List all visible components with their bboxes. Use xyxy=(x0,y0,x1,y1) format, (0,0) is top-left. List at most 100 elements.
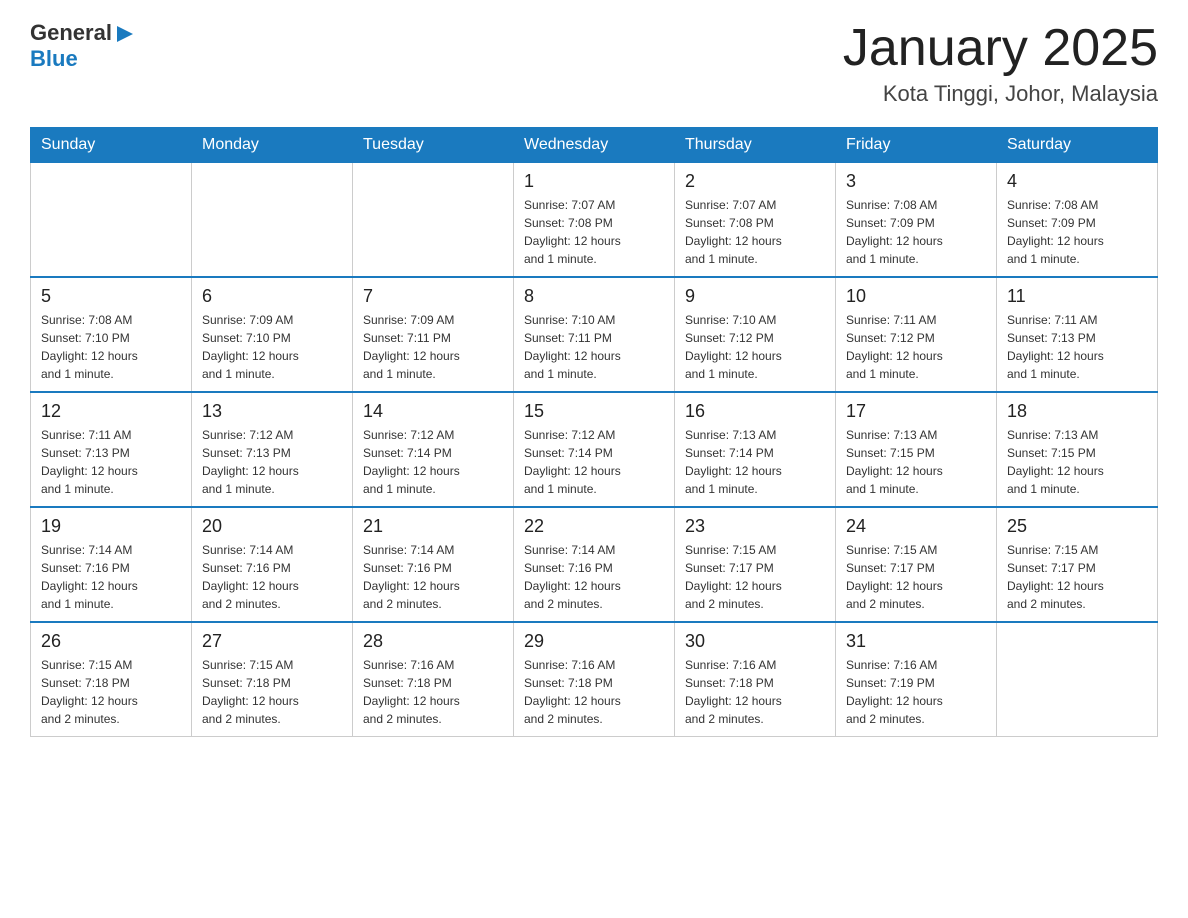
day-number: 2 xyxy=(685,171,825,192)
week-row-1: 1 Sunrise: 7:07 AM Sunset: 7:08 PM Daylig… xyxy=(31,163,1158,278)
calendar-cell: 21 Sunrise: 7:14 AM Sunset: 7:16 PM Dayli… xyxy=(353,507,514,622)
day-info: Sunrise: 7:14 AM Sunset: 7:16 PM Dayligh… xyxy=(524,541,664,613)
calendar-cell: 19 Sunrise: 7:14 AM Sunset: 7:16 PM Dayli… xyxy=(31,507,192,622)
logo-blue-text: Blue xyxy=(30,46,78,71)
calendar-cell: 12 Sunrise: 7:11 AM Sunset: 7:13 PM Dayli… xyxy=(31,392,192,507)
day-number: 15 xyxy=(524,401,664,422)
day-info: Sunrise: 7:13 AM Sunset: 7:15 PM Dayligh… xyxy=(846,426,986,498)
calendar-cell: 16 Sunrise: 7:13 AM Sunset: 7:14 PM Dayli… xyxy=(675,392,836,507)
calendar-cell: 6 Sunrise: 7:09 AM Sunset: 7:10 PM Daylig… xyxy=(192,277,353,392)
day-number: 28 xyxy=(363,631,503,652)
day-info: Sunrise: 7:09 AM Sunset: 7:10 PM Dayligh… xyxy=(202,311,342,383)
calendar-cell: 30 Sunrise: 7:16 AM Sunset: 7:18 PM Dayli… xyxy=(675,622,836,737)
day-info: Sunrise: 7:11 AM Sunset: 7:13 PM Dayligh… xyxy=(1007,311,1147,383)
calendar-cell: 24 Sunrise: 7:15 AM Sunset: 7:17 PM Dayli… xyxy=(836,507,997,622)
calendar-cell: 18 Sunrise: 7:13 AM Sunset: 7:15 PM Dayli… xyxy=(997,392,1158,507)
calendar-cell: 11 Sunrise: 7:11 AM Sunset: 7:13 PM Dayli… xyxy=(997,277,1158,392)
day-number: 30 xyxy=(685,631,825,652)
calendar-cell: 22Sunrise: 7:14 AM Sunset: 7:16 PM Dayli… xyxy=(514,507,675,622)
calendar-cell: 1 Sunrise: 7:07 AM Sunset: 7:08 PM Daylig… xyxy=(514,163,675,278)
day-number: 16 xyxy=(685,401,825,422)
calendar-cell xyxy=(997,622,1158,737)
day-number: 11 xyxy=(1007,286,1147,307)
calendar-cell: 17 Sunrise: 7:13 AM Sunset: 7:15 PM Dayli… xyxy=(836,392,997,507)
day-number: 19 xyxy=(41,516,181,537)
calendar-header: Sunday Monday Tuesday Wednesday Thursday… xyxy=(31,128,1158,163)
day-info: Sunrise: 7:15 AM Sunset: 7:18 PM Dayligh… xyxy=(41,656,181,728)
col-wednesday: Wednesday xyxy=(514,128,675,163)
day-number: 23 xyxy=(685,516,825,537)
day-info: Sunrise: 7:15 AM Sunset: 7:18 PM Dayligh… xyxy=(202,656,342,728)
calendar-body: 1 Sunrise: 7:07 AM Sunset: 7:08 PM Daylig… xyxy=(31,163,1158,737)
day-number: 12 xyxy=(41,401,181,422)
calendar-cell: 3Sunrise: 7:08 AM Sunset: 7:09 PM Daylig… xyxy=(836,163,997,278)
day-number: 9 xyxy=(685,286,825,307)
logo-icon: General Blue xyxy=(30,20,135,72)
calendar-cell: 23Sunrise: 7:15 AM Sunset: 7:17 PM Dayli… xyxy=(675,507,836,622)
calendar-cell xyxy=(31,163,192,278)
day-info: Sunrise: 7:08 AM Sunset: 7:09 PM Dayligh… xyxy=(1007,196,1147,268)
calendar-cell: 13 Sunrise: 7:12 AM Sunset: 7:13 PM Dayli… xyxy=(192,392,353,507)
calendar-cell: 27 Sunrise: 7:15 AM Sunset: 7:18 PM Dayli… xyxy=(192,622,353,737)
day-info: Sunrise: 7:14 AM Sunset: 7:16 PM Dayligh… xyxy=(202,541,342,613)
col-monday: Monday xyxy=(192,128,353,163)
col-tuesday: Tuesday xyxy=(353,128,514,163)
day-info: Sunrise: 7:08 AM Sunset: 7:10 PM Dayligh… xyxy=(41,311,181,383)
calendar-cell: 14Sunrise: 7:12 AM Sunset: 7:14 PM Dayli… xyxy=(353,392,514,507)
logo: General Blue xyxy=(30,20,135,72)
day-number: 1 xyxy=(524,171,664,192)
calendar-cell: 8Sunrise: 7:10 AM Sunset: 7:11 PM Daylig… xyxy=(514,277,675,392)
day-number: 25 xyxy=(1007,516,1147,537)
day-info: Sunrise: 7:07 AM Sunset: 7:08 PM Dayligh… xyxy=(685,196,825,268)
day-number: 29 xyxy=(524,631,664,652)
day-number: 21 xyxy=(363,516,503,537)
calendar-subtitle: Kota Tinggi, Johor, Malaysia xyxy=(843,81,1158,107)
calendar-cell: 4 Sunrise: 7:08 AM Sunset: 7:09 PM Daylig… xyxy=(997,163,1158,278)
week-row-4: 19 Sunrise: 7:14 AM Sunset: 7:16 PM Dayli… xyxy=(31,507,1158,622)
day-info: Sunrise: 7:12 AM Sunset: 7:13 PM Dayligh… xyxy=(202,426,342,498)
col-saturday: Saturday xyxy=(997,128,1158,163)
day-number: 10 xyxy=(846,286,986,307)
day-number: 7 xyxy=(363,286,503,307)
calendar-table: Sunday Monday Tuesday Wednesday Thursday… xyxy=(30,127,1158,737)
day-info: Sunrise: 7:16 AM Sunset: 7:18 PM Dayligh… xyxy=(363,656,503,728)
day-number: 27 xyxy=(202,631,342,652)
day-info: Sunrise: 7:14 AM Sunset: 7:16 PM Dayligh… xyxy=(363,541,503,613)
calendar-cell: 10 Sunrise: 7:11 AM Sunset: 7:12 PM Dayli… xyxy=(836,277,997,392)
day-number: 4 xyxy=(1007,171,1147,192)
calendar-cell: 31Sunrise: 7:16 AM Sunset: 7:19 PM Dayli… xyxy=(836,622,997,737)
day-info: Sunrise: 7:16 AM Sunset: 7:18 PM Dayligh… xyxy=(685,656,825,728)
day-info: Sunrise: 7:11 AM Sunset: 7:13 PM Dayligh… xyxy=(41,426,181,498)
title-block: January 2025 Kota Tinggi, Johor, Malaysi… xyxy=(843,20,1158,107)
day-info: Sunrise: 7:13 AM Sunset: 7:14 PM Dayligh… xyxy=(685,426,825,498)
day-info: Sunrise: 7:07 AM Sunset: 7:08 PM Dayligh… xyxy=(524,196,664,268)
day-info: Sunrise: 7:09 AM Sunset: 7:11 PM Dayligh… xyxy=(363,311,503,383)
day-info: Sunrise: 7:15 AM Sunset: 7:17 PM Dayligh… xyxy=(1007,541,1147,613)
page-header: General Blue January 2025 Kota Tinggi, J… xyxy=(30,20,1158,107)
day-info: Sunrise: 7:12 AM Sunset: 7:14 PM Dayligh… xyxy=(524,426,664,498)
day-number: 6 xyxy=(202,286,342,307)
calendar-cell: 9 Sunrise: 7:10 AM Sunset: 7:12 PM Daylig… xyxy=(675,277,836,392)
day-info: Sunrise: 7:14 AM Sunset: 7:16 PM Dayligh… xyxy=(41,541,181,613)
day-info: Sunrise: 7:10 AM Sunset: 7:11 PM Dayligh… xyxy=(524,311,664,383)
week-row-5: 26 Sunrise: 7:15 AM Sunset: 7:18 PM Dayli… xyxy=(31,622,1158,737)
day-info: Sunrise: 7:16 AM Sunset: 7:18 PM Dayligh… xyxy=(524,656,664,728)
day-number: 14 xyxy=(363,401,503,422)
day-number: 17 xyxy=(846,401,986,422)
calendar-cell: 29 Sunrise: 7:16 AM Sunset: 7:18 PM Dayli… xyxy=(514,622,675,737)
day-number: 18 xyxy=(1007,401,1147,422)
header-row: Sunday Monday Tuesday Wednesday Thursday… xyxy=(31,128,1158,163)
logo-flag-icon xyxy=(115,26,135,46)
day-number: 13 xyxy=(202,401,342,422)
day-number: 31 xyxy=(846,631,986,652)
calendar-cell: 25 Sunrise: 7:15 AM Sunset: 7:17 PM Dayli… xyxy=(997,507,1158,622)
day-info: Sunrise: 7:13 AM Sunset: 7:15 PM Dayligh… xyxy=(1007,426,1147,498)
day-number: 20 xyxy=(202,516,342,537)
day-info: Sunrise: 7:11 AM Sunset: 7:12 PM Dayligh… xyxy=(846,311,986,383)
day-number: 26 xyxy=(41,631,181,652)
logo-general-text: General xyxy=(30,20,112,46)
day-info: Sunrise: 7:10 AM Sunset: 7:12 PM Dayligh… xyxy=(685,311,825,383)
day-number: 24 xyxy=(846,516,986,537)
day-info: Sunrise: 7:15 AM Sunset: 7:17 PM Dayligh… xyxy=(846,541,986,613)
calendar-cell: 28 Sunrise: 7:16 AM Sunset: 7:18 PM Dayli… xyxy=(353,622,514,737)
